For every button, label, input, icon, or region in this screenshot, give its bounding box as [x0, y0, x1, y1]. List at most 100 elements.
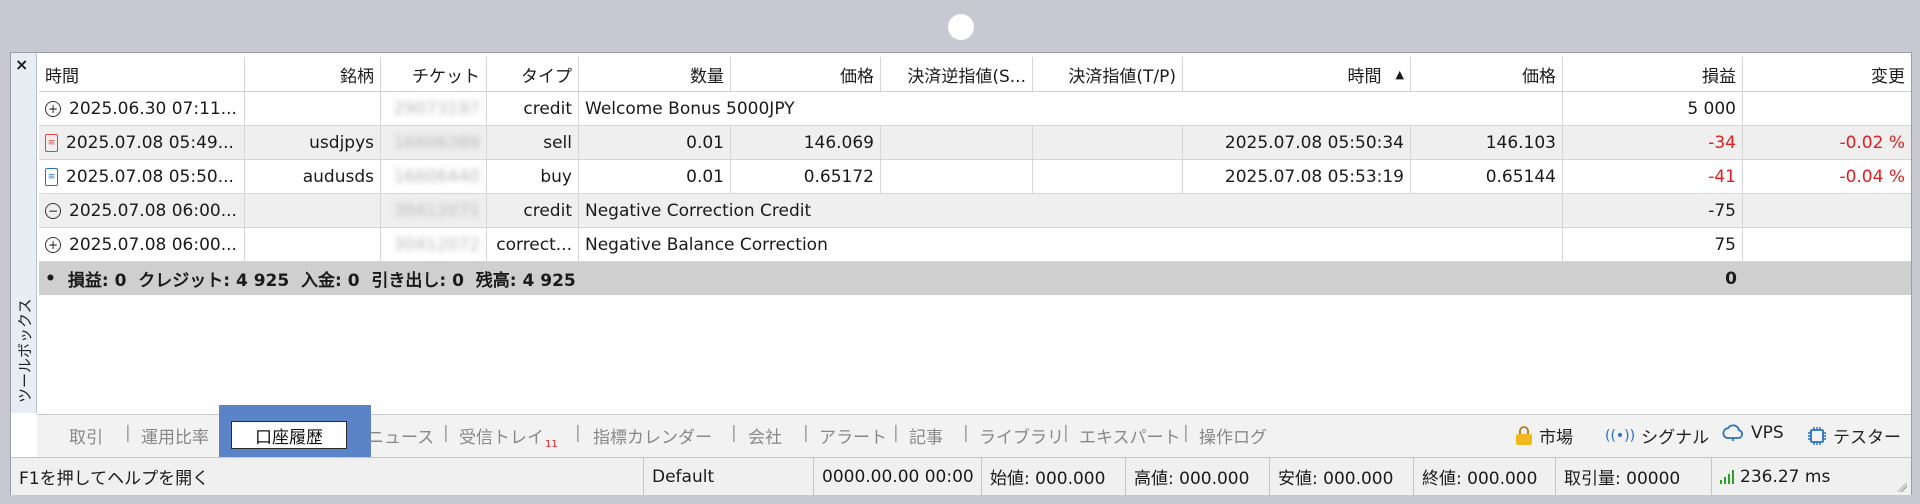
- row-type: correct...: [487, 228, 579, 261]
- row-time: 2025.07.08 05:49...: [66, 132, 234, 153]
- tab-journal[interactable]: 操作ログ: [1199, 423, 1267, 448]
- tab-articles[interactable]: 記事: [909, 423, 943, 448]
- col-header-ticket[interactable]: チケット: [381, 57, 487, 91]
- tab-news[interactable]: ニュース: [367, 423, 434, 448]
- row-change: [1743, 194, 1911, 227]
- row-profit: 75: [1563, 228, 1743, 261]
- history-table: 時間 銘柄 チケット タイプ 数量 価格 決済逆指値(S... 決済指値(T/P…: [39, 57, 1911, 295]
- row-type: credit: [487, 92, 579, 125]
- row-profit: 5 000: [1563, 92, 1743, 125]
- row-profit: -34: [1563, 126, 1743, 159]
- market-button[interactable]: 市場: [1515, 423, 1573, 448]
- status-connection[interactable]: 236.27 ms: [1711, 458, 1901, 495]
- sort-up-icon: ▲: [1395, 67, 1404, 81]
- tab-separator: |: [803, 423, 809, 443]
- tab-account-history[interactable]: 口座履歴: [231, 421, 347, 449]
- row-change: [1743, 92, 1911, 125]
- status-low: 安値: 000.000: [1269, 458, 1413, 495]
- row-time: 2025.07.08 05:50...: [66, 166, 234, 187]
- row-take-profit: [1033, 126, 1183, 159]
- row-symbol: audusds: [245, 160, 381, 193]
- col-header-profit[interactable]: 損益: [1563, 57, 1743, 91]
- row-take-profit: [1033, 160, 1183, 193]
- tab-separator: |: [1183, 423, 1189, 443]
- col-header-take-profit[interactable]: 決済指値(T/P): [1033, 57, 1183, 91]
- toolbox-panel: × ツールボックス 時間 銘柄 チケット タイプ 数量 価格 決済逆指値(S..…: [10, 52, 1912, 495]
- window-handle-dot: [948, 14, 974, 40]
- row-type: credit: [487, 194, 579, 227]
- col-header-type[interactable]: タイプ: [487, 57, 579, 91]
- tab-experts[interactable]: エキスパート: [1079, 423, 1181, 448]
- col-header-stop-loss[interactable]: 決済逆指値(S...: [881, 57, 1033, 91]
- signals-label: シグナル: [1641, 428, 1710, 448]
- resize-grip-icon[interactable]: [1897, 482, 1907, 492]
- row-comment: Welcome Bonus 5000JPY: [579, 92, 1563, 125]
- row-close-time: 2025.07.08 05:50:34: [1183, 126, 1411, 159]
- row-close-price: 0.65144: [1411, 160, 1563, 193]
- row-time: 2025.07.08 06:00...: [69, 200, 237, 221]
- row-profit: -75: [1563, 194, 1743, 227]
- plus-circle-icon[interactable]: +: [45, 100, 61, 117]
- row-change: [1743, 228, 1911, 261]
- tab-alerts[interactable]: アラート: [819, 423, 887, 448]
- row-comment: Negative Balance Correction: [579, 228, 1563, 261]
- tab-company[interactable]: 会社: [748, 423, 782, 448]
- toolbox-tabs: 取引 | 運用比率 口座履歴 ニュース | 受信トレイ11 | 指標カレンダー …: [37, 405, 1911, 479]
- minus-circle-icon[interactable]: −: [45, 202, 61, 219]
- vps-button[interactable]: VPS: [1721, 423, 1784, 443]
- status-profile[interactable]: Default: [643, 458, 813, 495]
- tab-trade[interactable]: 取引: [69, 423, 103, 448]
- row-volume: 0.01: [579, 160, 731, 193]
- tab-exposure[interactable]: 運用比率: [141, 423, 209, 448]
- status-volume: 取引量: 00000: [1555, 458, 1711, 495]
- row-ticket: 30412071: [393, 200, 480, 221]
- tab-separator: |: [731, 423, 737, 443]
- tab-calendar[interactable]: 指標カレンダー: [593, 423, 712, 448]
- table-row[interactable]: + 2025.07.08 06:00... 30412072 correct..…: [39, 228, 1911, 262]
- row-time: 2025.07.08 06:00...: [69, 234, 237, 255]
- col-header-volume[interactable]: 数量: [579, 57, 731, 91]
- chip-icon: [1807, 426, 1827, 446]
- col-header-change[interactable]: 変更: [1743, 57, 1911, 91]
- col-header-close-price[interactable]: 価格: [1411, 57, 1563, 91]
- signal-broadcast-icon: ((•)): [1605, 427, 1636, 444]
- row-time: 2025.06.30 07:11...: [69, 98, 237, 119]
- tab-separator: |: [443, 423, 449, 443]
- tab-separator: |: [125, 423, 131, 443]
- row-change: -0.04 %: [1839, 166, 1905, 187]
- col-header-close-time[interactable]: 時間 ▲: [1183, 57, 1411, 91]
- row-ticket: 16606440: [393, 166, 480, 187]
- row-ticket: 16606389: [393, 132, 480, 153]
- table-row[interactable]: ≡ 2025.07.08 05:49... usdjpys 16606389 s…: [39, 126, 1911, 160]
- row-stop-loss: [881, 126, 1033, 159]
- vps-label: VPS: [1751, 423, 1784, 443]
- sell-order-icon: ≡: [45, 133, 58, 152]
- tab-separator: |: [893, 423, 899, 443]
- status-help: F1を押してヘルプを開く: [19, 469, 210, 489]
- table-row[interactable]: + 2025.06.30 07:11... 29073197 credit We…: [39, 92, 1911, 126]
- row-symbol: [245, 228, 381, 261]
- tab-library[interactable]: ライブラリ: [979, 423, 1064, 448]
- signals-button[interactable]: ((•)) シグナル: [1605, 423, 1710, 449]
- signal-strength-icon: [1720, 469, 1734, 484]
- tab-separator: |: [963, 423, 969, 443]
- row-ticket: 29073197: [393, 98, 480, 119]
- tester-button[interactable]: テスター: [1807, 423, 1901, 448]
- col-header-symbol[interactable]: 銘柄: [245, 57, 381, 91]
- tab-mailbox[interactable]: 受信トレイ11: [459, 423, 558, 450]
- col-header-time[interactable]: 時間: [39, 57, 245, 91]
- plus-circle-icon[interactable]: +: [45, 236, 61, 253]
- status-open: 始値: 000.000: [981, 458, 1125, 495]
- mailbox-count-badge: 11: [545, 439, 558, 450]
- summary-bullet: •: [45, 268, 56, 289]
- table-row[interactable]: ≡ 2025.07.08 05:50... audusds 16606440 b…: [39, 160, 1911, 194]
- row-symbol: [245, 92, 381, 125]
- col-header-price[interactable]: 価格: [731, 57, 881, 91]
- close-icon[interactable]: ×: [15, 55, 28, 74]
- row-close-time: 2025.07.08 05:53:19: [1183, 160, 1411, 193]
- row-price: 0.65172: [731, 160, 881, 193]
- tab-separator: |: [1063, 423, 1069, 443]
- lock-bag-icon: [1515, 425, 1533, 446]
- table-row[interactable]: − 2025.07.08 06:00... 30412071 credit Ne…: [39, 194, 1911, 228]
- summary-profit: 0: [1725, 268, 1737, 289]
